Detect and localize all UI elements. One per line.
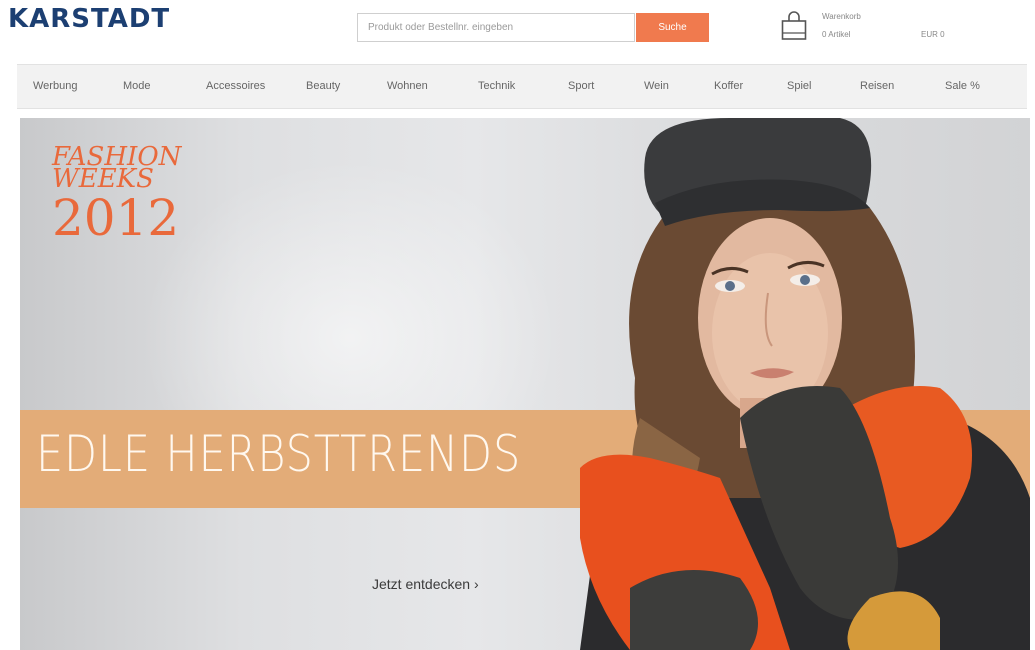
- fashion-weeks-year: 2012: [52, 189, 180, 247]
- nav-item-reisen[interactable]: Reisen: [860, 80, 894, 92]
- hero-banner[interactable]: FASHION WEEKS 2012 EDLE HERBSTTRENDS Jet…: [20, 118, 1030, 650]
- nav-item-sport[interactable]: Sport: [568, 80, 594, 92]
- nav-item-sale[interactable]: Sale %: [945, 80, 980, 92]
- nav-item-accessoires[interactable]: Accessoires: [206, 80, 265, 92]
- discover-now-link[interactable]: Jetzt entdecken ›: [372, 576, 479, 592]
- search-button[interactable]: Suche: [636, 13, 709, 42]
- nav-item-spiel[interactable]: Spiel: [787, 80, 811, 92]
- cart-title: Warenkorb: [822, 12, 861, 21]
- nav-item-werbung[interactable]: Werbung: [33, 80, 77, 92]
- cart-total: EUR 0: [921, 30, 945, 39]
- cart-widget[interactable]: Warenkorb 0 Artikel EUR 0: [780, 6, 980, 48]
- nav-item-wein[interactable]: Wein: [644, 80, 669, 92]
- nav-item-mode[interactable]: Mode: [123, 80, 151, 92]
- nav-item-koffer[interactable]: Koffer: [714, 80, 743, 92]
- header: KARSTADT Suche Warenkorb 0 Artikel EUR 0: [0, 0, 1035, 58]
- fashion-weeks-logo: FASHION WEEKS 2012: [52, 144, 181, 247]
- nav-item-technik[interactable]: Technik: [478, 80, 515, 92]
- search-input[interactable]: [357, 13, 635, 42]
- nav-item-wohnen[interactable]: Wohnen: [387, 80, 428, 92]
- cart-item-count: 0 Artikel: [822, 30, 851, 39]
- main-navigation: Werbung Mode Accessoires Beauty Wohnen T…: [17, 64, 1027, 109]
- karstadt-logo[interactable]: KARSTADT: [8, 4, 170, 34]
- nav-item-beauty[interactable]: Beauty: [306, 80, 340, 92]
- model-photo: [580, 118, 1030, 650]
- shopping-bag-icon: [781, 11, 807, 40]
- headline-text: EDLE HERBSTTRENDS: [36, 425, 522, 483]
